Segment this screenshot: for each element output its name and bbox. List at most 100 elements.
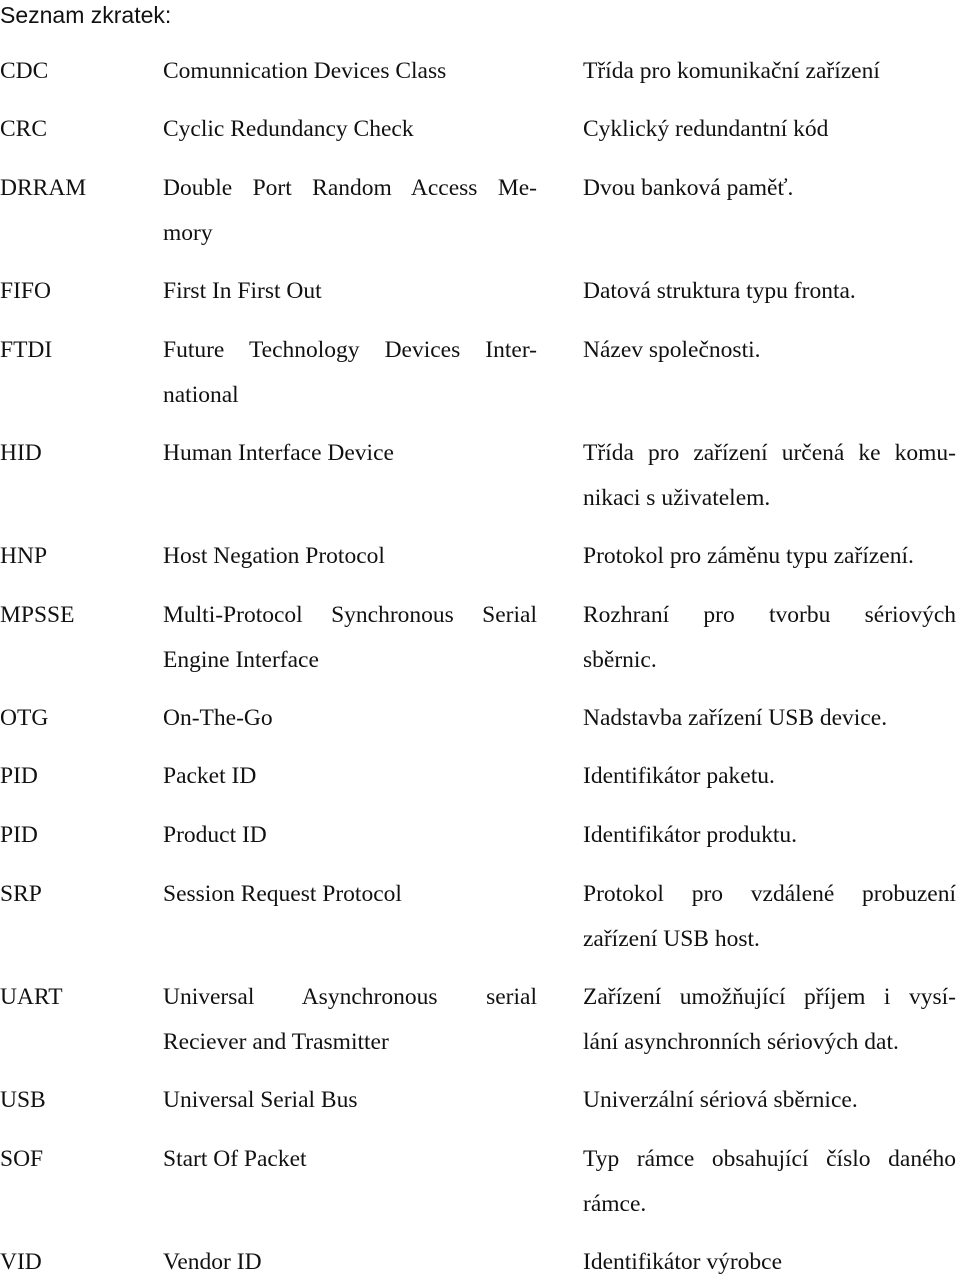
english-term: Double Port Random Access Me-mory [163, 166, 537, 255]
czech-description-line: rámce. [583, 1190, 647, 1217]
abbreviation-line: CDC [0, 58, 49, 84]
english-term-line: Start Of Packet [163, 1146, 307, 1172]
abbreviation-line: UART [0, 984, 63, 1010]
czech-description: Třída pro komunikační zařízení [583, 49, 956, 94]
czech-description-line: Třída pro komunikační zařízení [583, 58, 880, 84]
abbreviation: UART [0, 975, 150, 1020]
czech-description-line: Cyklický redundantní kód [583, 116, 829, 142]
abbreviation: FIFO [0, 269, 150, 314]
english-term: Comunnication Devices Class [163, 49, 537, 94]
abbreviation-line: OTG [0, 705, 49, 731]
abbreviation-line: CRC [0, 116, 48, 142]
abbreviation: CDC [0, 49, 150, 94]
english-term-line: Packet ID [163, 763, 257, 789]
english-term-line: Session Request Protocol [163, 881, 402, 907]
english-term: Packet ID [163, 754, 537, 799]
czech-description-line: Identifikátor produktu. [583, 822, 798, 848]
abbreviation: DRRAM [0, 166, 150, 211]
english-term-line: national [163, 381, 239, 408]
english-term: Universal Asynchronous serial Reciever an… [163, 975, 537, 1064]
czech-description: Datová struktura typu fronta. [583, 269, 956, 314]
english-term-line: Double Port Random Access Me- [163, 175, 537, 201]
english-term-line: Comunnication Devices Class [163, 58, 447, 84]
english-term: Start Of Packet [163, 1137, 537, 1182]
english-term-line: Universal Serial Bus [163, 1087, 358, 1113]
english-term-line: Multi-Protocol Synchronous Serial [163, 602, 537, 628]
english-term: Human Interface Device [163, 431, 537, 476]
abbreviation: OTG [0, 696, 150, 741]
page-title: Seznam zkratek: [0, 2, 172, 28]
abbreviation-line: MPSSE [0, 602, 75, 628]
english-term: Vendor ID [163, 1240, 537, 1285]
abbreviation-line: DRRAM [0, 175, 87, 201]
czech-description-line: lání asynchronních sériových dat. [583, 1028, 899, 1055]
czech-description-line: nikaci s uživatelem. [583, 484, 771, 511]
czech-description-line: Identifikátor výrobce [583, 1249, 783, 1275]
english-term-line: mory [163, 219, 213, 246]
czech-description-line: Identifikátor paketu. [583, 763, 775, 789]
english-term-line: Future Technology Devices Inter- [163, 337, 537, 363]
czech-description: Rozhraní pro tvorbu sériových sběrnic. [583, 593, 956, 682]
abbreviation-line: USB [0, 1087, 46, 1113]
czech-description-line: Protokol pro vzdálené probuzení [583, 881, 956, 907]
abbreviation-line: HID [0, 440, 42, 466]
abbreviation-line: HNP [0, 543, 48, 569]
czech-description: Nadstavba zařízení USB device. [583, 696, 956, 741]
english-term: Host Negation Protocol [163, 534, 537, 579]
english-term: Future Technology Devices Inter-national [163, 328, 537, 417]
english-term-line: Product ID [163, 822, 267, 848]
english-term: First In First Out [163, 269, 537, 314]
english-term: Cyclic Redundancy Check [163, 107, 537, 152]
abbreviation: VID [0, 1240, 150, 1285]
czech-description-line: sběrnic. [583, 646, 657, 673]
english-term-line: Reciever and Trasmitter [163, 1028, 389, 1055]
abbreviation-line: VID [0, 1249, 42, 1275]
english-term: Multi-Protocol Synchronous Serial Engine … [163, 593, 537, 682]
czech-description-line: Univerzální sériová sběrnice. [583, 1087, 858, 1113]
abbreviation-line: SRP [0, 881, 42, 907]
czech-description-line: Dvou banková paměť. [583, 175, 794, 201]
czech-description-line: Typ rámce obsahující číslo daného [583, 1146, 956, 1172]
czech-description: Dvou banková paměť. [583, 166, 956, 211]
abbreviation: FTDI [0, 328, 150, 373]
abbreviation-line: FIFO [0, 278, 51, 304]
english-term-line: First In First Out [163, 278, 322, 304]
english-term: Session Request Protocol [163, 872, 537, 917]
english-term-line: Host Negation Protocol [163, 543, 385, 569]
english-term-line: On-The-Go [163, 705, 273, 731]
czech-description-line: Protokol pro záměnu typu zařízení. [583, 543, 914, 569]
czech-description: Třída pro zařízení určená ke komu-nikaci… [583, 431, 956, 520]
czech-description-line: Třída pro zařízení určená ke komu- [583, 440, 956, 466]
abbreviation: HNP [0, 534, 150, 579]
english-term-line: Engine Interface [163, 646, 319, 673]
czech-description-line: zařízení USB host. [583, 925, 760, 952]
abbreviation: HID [0, 431, 150, 476]
english-term-line: Human Interface Device [163, 440, 394, 466]
english-term-line: Vendor ID [163, 1249, 262, 1275]
czech-description-line: Datová struktura typu fronta. [583, 278, 856, 304]
czech-description: Identifikátor paketu. [583, 754, 956, 799]
czech-description: Univerzální sériová sběrnice. [583, 1078, 956, 1123]
czech-description: Protokol pro záměnu typu zařízení. [583, 534, 956, 579]
abbreviation: CRC [0, 107, 150, 152]
czech-description-line: Rozhraní pro tvorbu sériových [583, 602, 956, 628]
abbreviation: SOF [0, 1137, 150, 1182]
english-term-line: Cyclic Redundancy Check [163, 116, 414, 142]
czech-description: Protokol pro vzdálené probuzení zařízení … [583, 872, 956, 961]
czech-description: Identifikátor produktu. [583, 813, 956, 858]
czech-description: Identifikátor výrobce [583, 1240, 956, 1285]
abbreviation: PID [0, 813, 150, 858]
abbreviation: MPSSE [0, 593, 150, 638]
english-term-line: Universal Asynchronous serial [163, 984, 537, 1010]
abbreviation-line: PID [0, 763, 38, 789]
abbreviation-line: SOF [0, 1146, 44, 1172]
czech-description: Cyklický redundantní kód [583, 107, 956, 152]
english-term: On-The-Go [163, 696, 537, 741]
english-term: Product ID [163, 813, 537, 858]
czech-description-line: Název společnosti. [583, 337, 761, 363]
czech-description: Typ rámce obsahující číslo daného rámce. [583, 1137, 956, 1226]
abbreviation: USB [0, 1078, 150, 1123]
abbreviation-line: FTDI [0, 337, 53, 363]
czech-description-line: Nadstavba zařízení USB device. [583, 705, 888, 731]
abbreviation: SRP [0, 872, 150, 917]
